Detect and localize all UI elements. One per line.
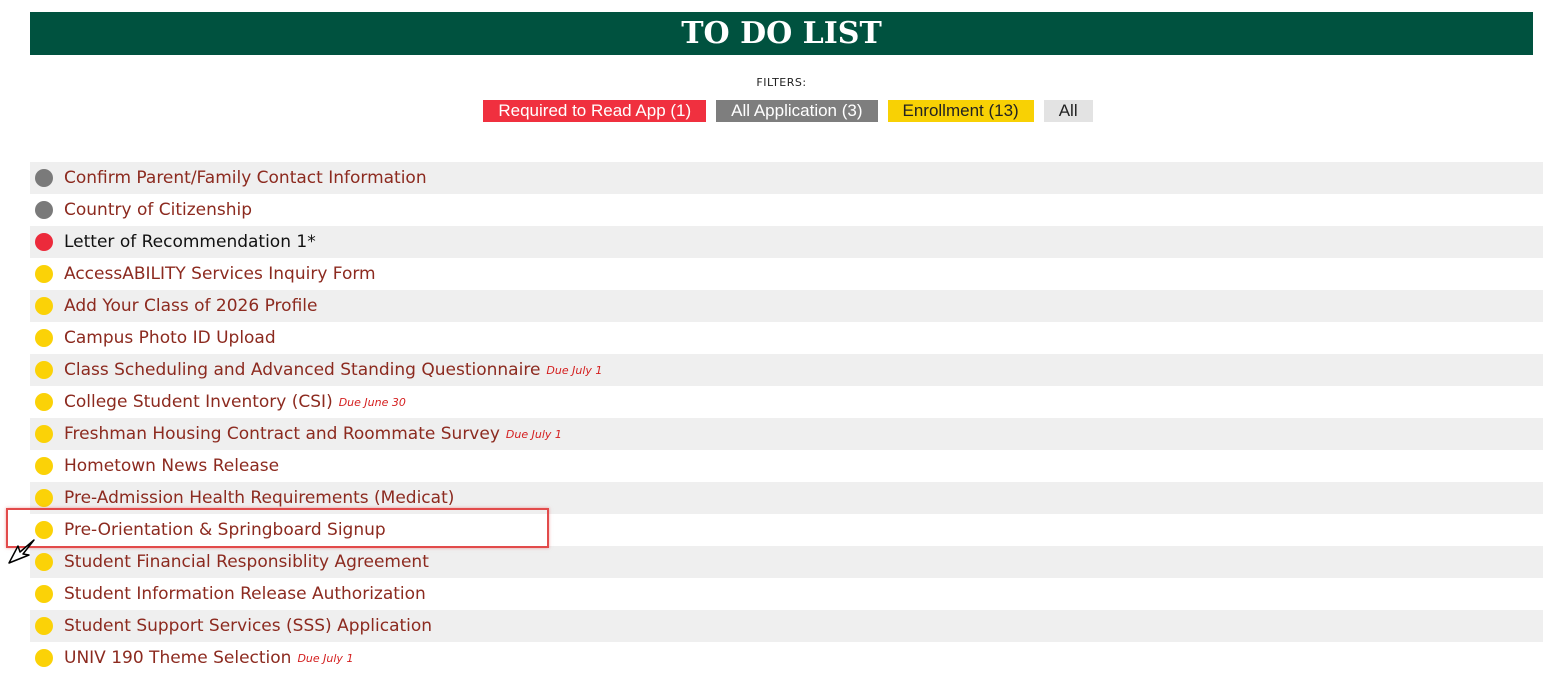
mouse-pointer-icon (8, 539, 35, 564)
todo-link[interactable]: Student Support Services (SSS) Applicati… (64, 616, 432, 636)
page-title: TO DO LIST (681, 16, 882, 51)
filters-row: Required to Read App (1) All Application… (0, 100, 1563, 122)
todo-link[interactable]: AccessABILITY Services Inquiry Form (64, 264, 376, 284)
todo-link[interactable]: Freshman Housing Contract and Roommate S… (64, 424, 500, 444)
list-item: Confirm Parent/Family Contact Informatio… (30, 162, 1543, 194)
list-item: UNIV 190 Theme Selection Due July 1 (30, 642, 1543, 674)
list-item: Student Financial Responsiblity Agreemen… (30, 546, 1543, 578)
status-dot-icon (35, 457, 53, 475)
todo-link[interactable]: Class Scheduling and Advanced Standing Q… (64, 360, 540, 380)
list-item: Student Information Release Authorizatio… (30, 578, 1543, 610)
todo-link[interactable]: Hometown News Release (64, 456, 279, 476)
status-dot-icon (35, 233, 53, 251)
status-dot-icon (35, 265, 53, 283)
todo-link[interactable]: Pre-Admission Health Requirements (Medic… (64, 488, 454, 508)
status-dot-icon (35, 361, 53, 379)
status-dot-icon (35, 489, 53, 507)
list-item: Pre-Orientation & Springboard Signup (30, 514, 1543, 546)
todo-link[interactable]: College Student Inventory (CSI) (64, 392, 333, 412)
status-dot-icon (35, 297, 53, 315)
list-item: Pre-Admission Health Requirements (Medic… (30, 482, 1543, 514)
status-dot-icon (35, 585, 53, 603)
status-dot-icon (35, 169, 53, 187)
list-item: Add Your Class of 2026 Profile (30, 290, 1543, 322)
list-item: AccessABILITY Services Inquiry Form (30, 258, 1543, 290)
list-item: Freshman Housing Contract and Roommate S… (30, 418, 1543, 450)
status-dot-icon (35, 329, 53, 347)
list-item: Hometown News Release (30, 450, 1543, 482)
filter-all-button[interactable]: All (1043, 100, 1093, 122)
status-dot-icon (35, 393, 53, 411)
filter-application-button[interactable]: All Application (3) (716, 100, 878, 122)
due-date-label: Due July 1 (297, 651, 354, 665)
list-item: Class Scheduling and Advanced Standing Q… (30, 354, 1543, 386)
todo-link[interactable]: Campus Photo ID Upload (64, 328, 276, 348)
todo-link[interactable]: Add Your Class of 2026 Profile (64, 296, 317, 316)
todo-link[interactable]: Letter of Recommendation 1* (64, 232, 316, 252)
todo-link[interactable]: Student Financial Responsiblity Agreemen… (64, 552, 429, 572)
list-item: Campus Photo ID Upload (30, 322, 1543, 354)
due-date-label: Due June 30 (338, 395, 406, 409)
status-dot-icon (35, 425, 53, 443)
todo-link[interactable]: Country of Citizenship (64, 200, 252, 220)
due-date-label: Due July 1 (546, 363, 603, 377)
todo-link[interactable]: Pre-Orientation & Springboard Signup (64, 520, 386, 540)
todo-link[interactable]: Confirm Parent/Family Contact Informatio… (64, 168, 427, 188)
todo-link[interactable]: Student Information Release Authorizatio… (64, 584, 426, 604)
filter-enrollment-button[interactable]: Enrollment (13) (887, 100, 1034, 122)
list-item: Country of Citizenship (30, 194, 1543, 226)
status-dot-icon (35, 617, 53, 635)
status-dot-icon (35, 201, 53, 219)
list-item: College Student Inventory (CSI) Due June… (30, 386, 1543, 418)
header-bar: TO DO LIST (30, 12, 1533, 55)
todo-list: Confirm Parent/Family Contact Informatio… (30, 162, 1543, 674)
due-date-label: Due July 1 (505, 427, 562, 441)
list-item: Student Support Services (SSS) Applicati… (30, 610, 1543, 642)
todo-link[interactable]: UNIV 190 Theme Selection (64, 648, 291, 668)
filter-required-button[interactable]: Required to Read App (1) (483, 100, 707, 122)
list-item: Letter of Recommendation 1* (30, 226, 1543, 258)
status-dot-icon (35, 649, 53, 667)
filters-label: FILTERS: (756, 76, 807, 89)
